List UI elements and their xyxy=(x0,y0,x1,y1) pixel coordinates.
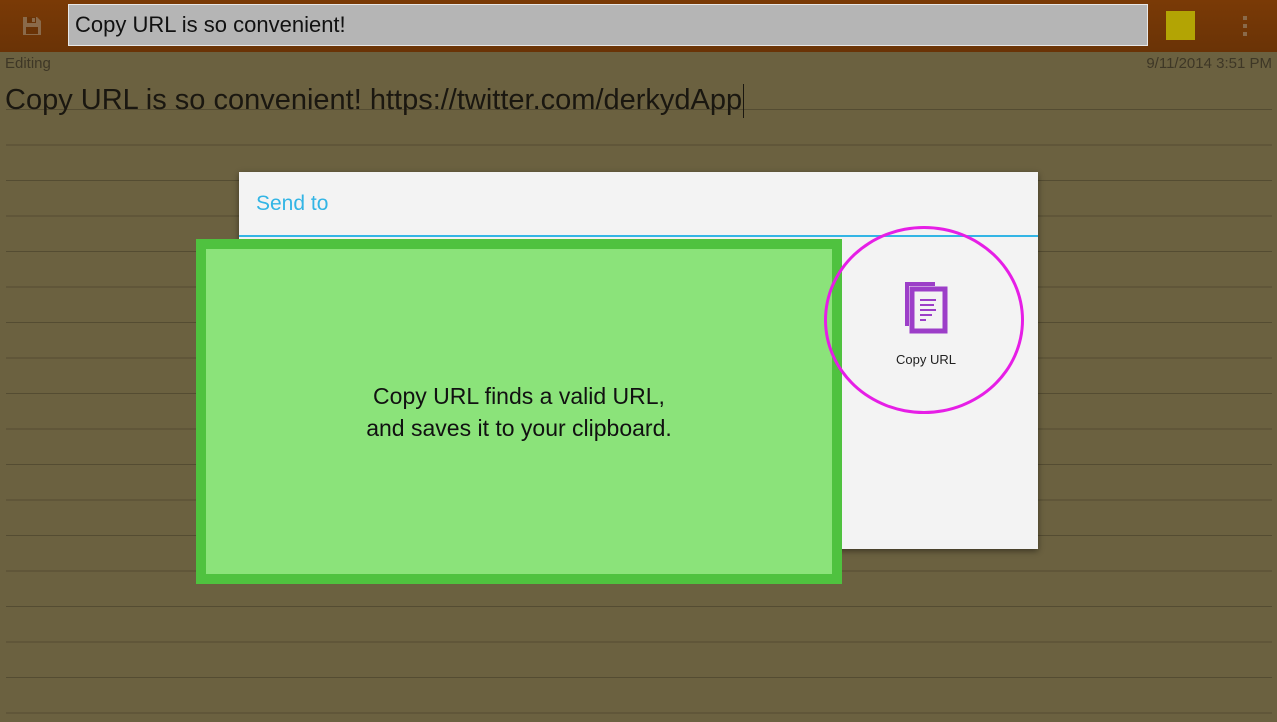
tutorial-callout: Copy URL finds a valid URL, and saves it… xyxy=(196,239,842,584)
note-color-button[interactable] xyxy=(1166,11,1195,40)
note-body-text: Copy URL is so convenient! https://twitt… xyxy=(5,84,743,116)
note-timestamp: 9/11/2014 3:51 PM xyxy=(1146,55,1272,72)
callout-text: Copy URL finds a valid URL, and saves it… xyxy=(366,380,672,444)
save-icon xyxy=(23,17,41,35)
editing-status: Editing xyxy=(5,55,51,72)
overflow-menu-icon xyxy=(1243,16,1247,20)
note-body-editor[interactable]: Copy URL is so convenient! https://twitt… xyxy=(5,82,745,119)
callout-line-1: Copy URL finds a valid URL, xyxy=(373,382,665,409)
action-bar: Copy URL is so convenient! xyxy=(0,0,1277,52)
overflow-menu-button[interactable] xyxy=(1232,10,1258,42)
text-caret xyxy=(743,84,745,119)
dialog-title: Send to xyxy=(256,192,329,215)
save-button[interactable] xyxy=(14,10,50,42)
highlight-ring xyxy=(824,226,1024,414)
callout-line-2: and saves it to your clipboard. xyxy=(366,414,672,441)
note-title-input[interactable]: Copy URL is so convenient! xyxy=(68,4,1148,46)
